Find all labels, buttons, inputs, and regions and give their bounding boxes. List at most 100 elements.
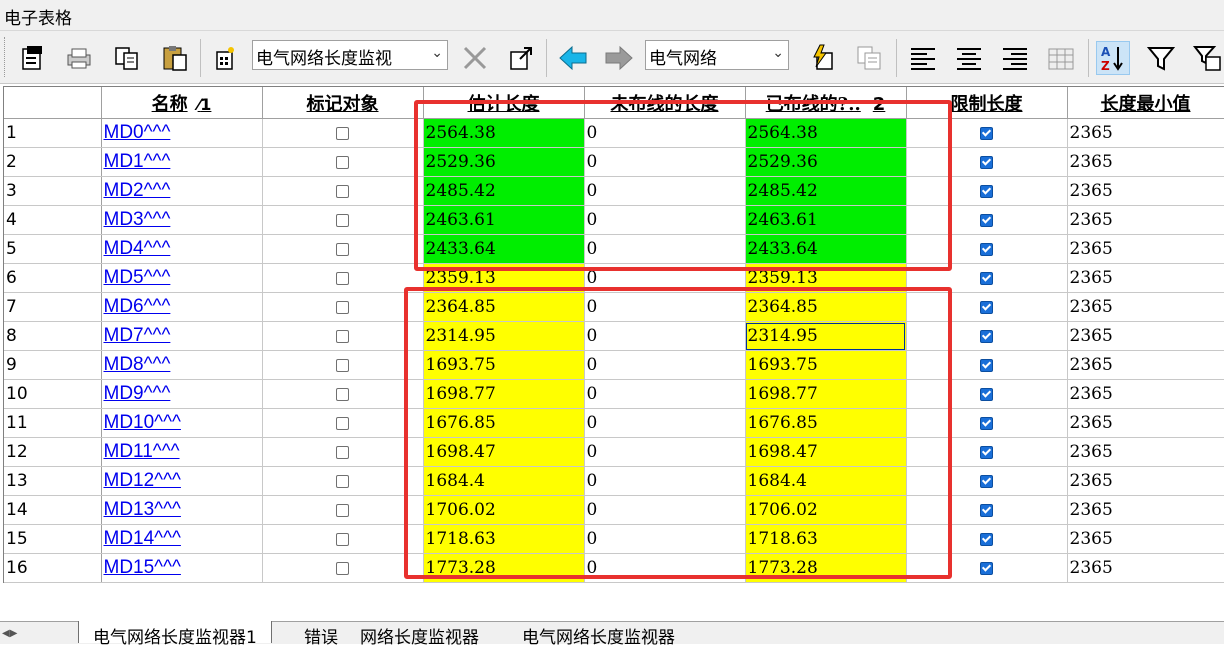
limit-length-checkbox[interactable] <box>980 301 993 314</box>
mark-object-checkbox[interactable] <box>336 388 349 401</box>
limit-length-checkbox[interactable] <box>980 417 993 430</box>
unrouted-length-cell[interactable]: 0 <box>584 118 746 148</box>
limit-length-cell[interactable] <box>906 263 1068 293</box>
limit-length-checkbox[interactable] <box>980 359 993 372</box>
min-length-cell[interactable]: 2365 <box>1067 553 1224 583</box>
row-number[interactable]: 16 <box>4 553 102 583</box>
min-length-cell[interactable]: 2365 <box>1067 466 1224 496</box>
net-name-cell[interactable]: MD8^^^ <box>101 350 263 380</box>
net-name-link[interactable]: MD1^^^ <box>104 151 171 172</box>
limit-length-checkbox[interactable] <box>980 214 993 227</box>
limit-length-checkbox[interactable] <box>980 127 993 140</box>
routed-length-cell[interactable]: 2433.64 <box>745 234 907 264</box>
routed-length-cell[interactable]: 1676.85 <box>745 408 907 438</box>
unrouted-length-cell[interactable]: 0 <box>584 234 746 264</box>
net-name-cell[interactable]: MD12^^^ <box>101 466 263 496</box>
limit-length-checkbox[interactable] <box>980 475 993 488</box>
mark-object-cell[interactable] <box>262 437 424 467</box>
mark-object-cell[interactable] <box>262 292 424 322</box>
mark-object-cell[interactable] <box>262 466 424 496</box>
corner-header[interactable] <box>4 87 102 119</box>
mark-object-checkbox[interactable] <box>336 504 349 517</box>
align-right-icon[interactable] <box>998 41 1032 75</box>
unrouted-length-cell[interactable]: 0 <box>584 466 746 496</box>
flash-icon[interactable] <box>806 41 840 75</box>
routed-length-cell[interactable]: 1718.63 <box>745 524 907 554</box>
mark-object-checkbox[interactable] <box>336 243 349 256</box>
row-number[interactable]: 1 <box>4 118 102 148</box>
estimated-length-cell[interactable]: 1706.02 <box>423 495 585 525</box>
row-number[interactable]: 8 <box>4 321 102 351</box>
net-name-link[interactable]: MD3^^^ <box>104 209 171 230</box>
min-length-cell[interactable]: 2365 <box>1067 176 1224 206</box>
row-number[interactable]: 9 <box>4 350 102 380</box>
min-length-cell[interactable]: 2365 <box>1067 205 1224 235</box>
mark-object-cell[interactable] <box>262 147 424 177</box>
estimated-length-cell[interactable]: 2463.61 <box>423 205 585 235</box>
net-name-cell[interactable]: MD2^^^ <box>101 176 263 206</box>
table-row[interactable]: 15 MD14^^^ 1718.63 0 1718.63 2365 <box>4 524 1224 554</box>
min-length-cell[interactable]: 2365 <box>1067 524 1224 554</box>
routed-length-cell[interactable]: 1698.77 <box>745 379 907 409</box>
limit-length-checkbox[interactable] <box>980 388 993 401</box>
table-row[interactable]: 3 MD2^^^ 2485.42 0 2485.42 2365 <box>4 176 1224 206</box>
min-length-cell[interactable]: 2365 <box>1067 263 1224 293</box>
limit-length-checkbox[interactable] <box>980 562 993 575</box>
limit-length-checkbox[interactable] <box>980 504 993 517</box>
paste-icon[interactable] <box>158 41 192 75</box>
table-row[interactable]: 14 MD13^^^ 1706.02 0 1706.02 2365 <box>4 495 1224 525</box>
estimated-length-cell[interactable]: 2564.38 <box>423 118 585 148</box>
min-length-cell[interactable]: 2365 <box>1067 437 1224 467</box>
net-name-cell[interactable]: MD1^^^ <box>101 147 263 177</box>
table-row[interactable]: 7 MD6^^^ 2364.85 0 2364.85 2365 <box>4 292 1224 322</box>
table-row[interactable]: 9 MD8^^^ 1693.75 0 1693.75 2365 <box>4 350 1224 380</box>
mark-object-checkbox[interactable] <box>336 127 349 140</box>
mark-object-checkbox[interactable] <box>336 272 349 285</box>
mark-object-cell[interactable] <box>262 379 424 409</box>
row-number[interactable]: 12 <box>4 437 102 467</box>
unrouted-length-cell[interactable]: 0 <box>584 437 746 467</box>
mark-object-cell[interactable] <box>262 118 424 148</box>
net-name-link[interactable]: MD0^^^ <box>104 122 171 143</box>
net-name-cell[interactable]: MD7^^^ <box>101 321 263 351</box>
limit-length-checkbox[interactable] <box>980 156 993 169</box>
table-icon[interactable] <box>1044 41 1078 75</box>
table-row[interactable]: 11 MD10^^^ 1676.85 0 1676.85 2365 <box>4 408 1224 438</box>
routed-length-cell[interactable]: 2485.42 <box>745 176 907 206</box>
row-number[interactable]: 11 <box>4 408 102 438</box>
estimated-length-cell[interactable]: 1698.77 <box>423 379 585 409</box>
filter-icon[interactable] <box>1144 41 1178 75</box>
net-name-link[interactable]: MD9^^^ <box>104 383 171 404</box>
mark-object-cell[interactable] <box>262 553 424 583</box>
row-number[interactable]: 13 <box>4 466 102 496</box>
net-type-combo[interactable]: 电气网络 ⌄ <box>645 40 789 70</box>
close-x-icon[interactable] <box>458 41 492 75</box>
mark-object-cell[interactable] <box>262 234 424 264</box>
limit-length-checkbox[interactable] <box>980 330 993 343</box>
unrouted-length-cell[interactable]: 0 <box>584 147 746 177</box>
mark-object-cell[interactable] <box>262 524 424 554</box>
net-name-cell[interactable]: MD14^^^ <box>101 524 263 554</box>
net-name-link[interactable]: MD12^^^ <box>104 470 181 491</box>
net-name-link[interactable]: MD7^^^ <box>104 325 171 346</box>
estimated-length-cell[interactable]: 1773.28 <box>423 553 585 583</box>
mark-object-cell[interactable] <box>262 408 424 438</box>
estimated-length-cell[interactable]: 2529.36 <box>423 147 585 177</box>
row-number[interactable]: 14 <box>4 495 102 525</box>
min-length-cell[interactable]: 2365 <box>1067 350 1224 380</box>
limit-length-checkbox[interactable] <box>980 185 993 198</box>
routed-length-cell[interactable]: 2364.85 <box>745 292 907 322</box>
column-header-name[interactable]: 名称 ⁄1 <box>101 87 263 119</box>
mark-object-checkbox[interactable] <box>336 475 349 488</box>
unrouted-length-cell[interactable]: 0 <box>584 176 746 206</box>
min-length-cell[interactable]: 2365 <box>1067 234 1224 264</box>
export-icon[interactable] <box>504 41 538 75</box>
mark-object-checkbox[interactable] <box>336 446 349 459</box>
align-center-icon[interactable] <box>952 41 986 75</box>
layout-icon[interactable] <box>852 41 886 75</box>
estimated-length-cell[interactable]: 1718.63 <box>423 524 585 554</box>
routed-length-cell[interactable]: 2529.36 <box>745 147 907 177</box>
row-number[interactable]: 15 <box>4 524 102 554</box>
row-number[interactable]: 2 <box>4 147 102 177</box>
view-combo[interactable]: 电气网络长度监视 ⌄ <box>252 40 448 70</box>
